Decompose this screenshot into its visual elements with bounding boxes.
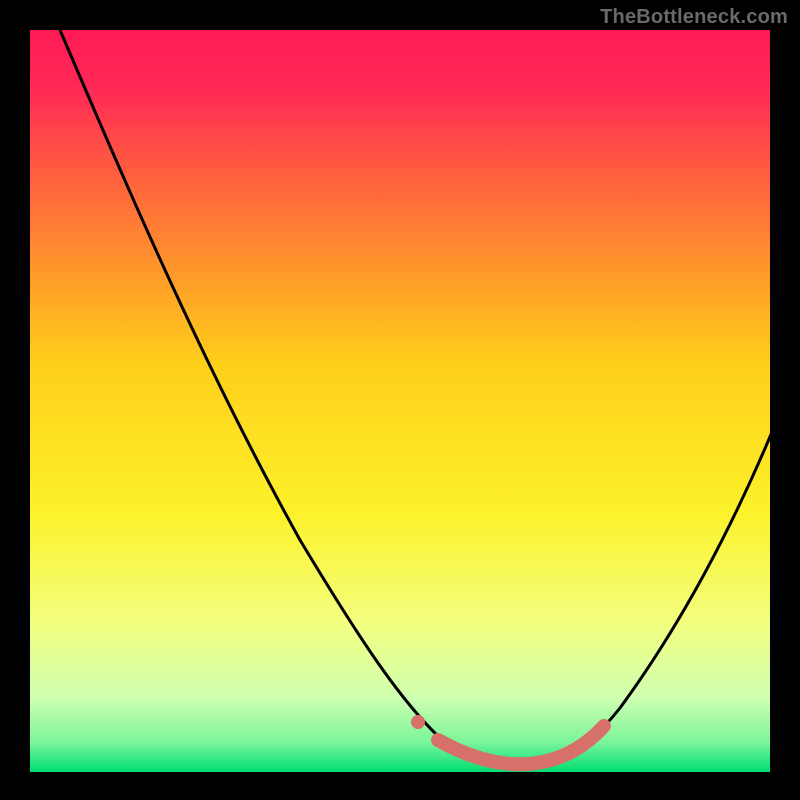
bottleneck-chart-svg	[0, 0, 800, 800]
watermark-text: TheBottleneck.com	[600, 6, 788, 29]
highlight-dot	[411, 715, 425, 729]
chart-stage: TheBottleneck.com	[0, 0, 800, 800]
gradient-panel	[30, 30, 770, 772]
